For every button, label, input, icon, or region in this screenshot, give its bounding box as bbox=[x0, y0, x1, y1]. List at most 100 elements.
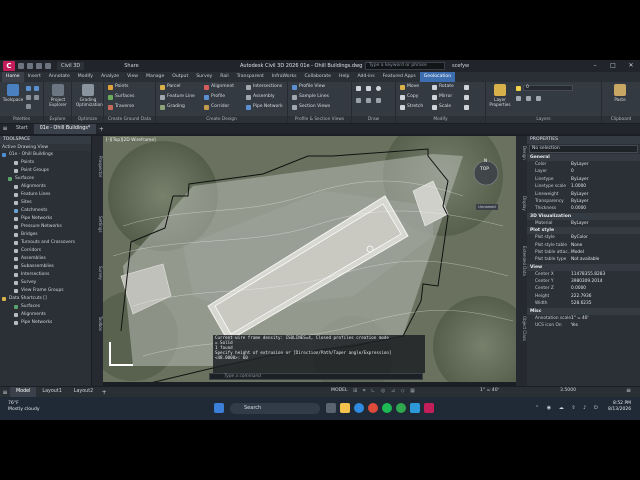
property-value[interactable]: 528.6235 bbox=[571, 300, 640, 307]
rectangle-button[interactable] bbox=[366, 96, 373, 104]
layer-dropdown[interactable]: 0 bbox=[516, 84, 573, 92]
tab-model[interactable]: Model bbox=[10, 387, 37, 397]
clock[interactable]: 8:52 PM 8/13/2026 bbox=[608, 401, 631, 413]
tab-settings[interactable]: Settings bbox=[92, 216, 103, 232]
undo-icon[interactable] bbox=[36, 63, 42, 69]
tab-design[interactable]: Design bbox=[516, 146, 527, 160]
close-icon[interactable]: ✕ bbox=[622, 60, 640, 72]
tab-layout2[interactable]: Layout2 bbox=[68, 387, 99, 397]
parcel-button[interactable]: Parcel bbox=[160, 83, 181, 91]
chrome-icon[interactable] bbox=[368, 403, 378, 413]
drawing-viewport[interactable]: [-][Top][2D Wireframe] TOP N Unnamed Cur… bbox=[103, 136, 516, 382]
layout-menu-icon[interactable]: ≡ bbox=[0, 389, 10, 396]
property-value[interactable]: 0.0000 bbox=[571, 205, 640, 212]
feature-line-button[interactable]: Feature Line bbox=[160, 93, 195, 101]
drafting-toggles[interactable]: ⊞ ⌗ ∟ ◎ ⊿ ◇ ▦ bbox=[353, 388, 417, 394]
points-button[interactable]: Points bbox=[108, 83, 129, 91]
copy-button[interactable]: Copy bbox=[400, 93, 418, 101]
pipe-network-button[interactable]: Pipe Network bbox=[246, 103, 283, 111]
task-view-icon[interactable] bbox=[326, 403, 336, 413]
array-button[interactable] bbox=[464, 103, 471, 111]
tab-layout1[interactable]: Layout1 bbox=[36, 387, 67, 397]
tree-item[interactable]: Points bbox=[0, 159, 91, 167]
section-views-button[interactable]: Section Views bbox=[292, 103, 330, 111]
new-tab-icon[interactable]: + bbox=[96, 126, 106, 133]
properties-section-view[interactable]: View bbox=[527, 263, 640, 271]
layer-tool-2[interactable] bbox=[526, 94, 533, 102]
viewcube-top[interactable]: TOP bbox=[480, 167, 489, 172]
property-row[interactable]: Lineweight ByLayer bbox=[527, 191, 640, 198]
property-row[interactable]: Annotation scale 1" = 40' bbox=[527, 315, 640, 322]
annotation-scale[interactable]: 1" = 40' bbox=[480, 388, 499, 393]
tree-item[interactable]: Alignments bbox=[0, 183, 91, 191]
system-tray-icons[interactable]: ⌃ ◉ ☁ ⇪ ♪ ⏻ bbox=[535, 405, 601, 411]
properties-section-general[interactable]: General bbox=[527, 154, 640, 161]
ribbon-tab-infraworks[interactable]: InfraWorks bbox=[268, 72, 301, 82]
property-value[interactable]: 222.7936 bbox=[571, 293, 640, 300]
tree-item[interactable]: Intersections bbox=[0, 271, 91, 279]
tree-item[interactable]: Surfaces bbox=[0, 175, 91, 183]
menu-icon[interactable]: ≡ bbox=[0, 124, 10, 134]
ribbon-tab-analyze[interactable]: Analyze bbox=[97, 72, 123, 82]
edge-icon[interactable] bbox=[354, 403, 364, 413]
ribbon-tab-home[interactable]: Home bbox=[2, 72, 24, 82]
windows-start-icon[interactable] bbox=[214, 403, 224, 413]
tree-item[interactable]: Point Groups bbox=[0, 167, 91, 175]
tab-prospector[interactable]: Prospector bbox=[92, 156, 103, 177]
stretch-button[interactable]: Stretch bbox=[400, 103, 423, 111]
intersections-button[interactable]: Intersections bbox=[246, 83, 282, 91]
property-row[interactable]: Thickness 0.0000 bbox=[527, 205, 640, 212]
rotate-button[interactable]: Rotate bbox=[432, 83, 454, 91]
assembly-button[interactable]: Assembly bbox=[246, 93, 275, 101]
tab-display[interactable]: Display bbox=[516, 196, 527, 211]
user-account[interactable]: scefyw bbox=[452, 63, 469, 69]
property-value[interactable]: 1" = 40' bbox=[571, 315, 640, 322]
hatch-button[interactable] bbox=[376, 96, 383, 104]
tree-item[interactable]: Bridges bbox=[0, 231, 91, 239]
viewport-controls[interactable]: [-][Top][2D Wireframe] bbox=[106, 138, 156, 143]
property-row[interactable]: Center Z 0.0000 bbox=[527, 285, 640, 292]
property-value[interactable]: ByLayer bbox=[571, 220, 640, 227]
palette-button-5[interactable] bbox=[26, 102, 33, 110]
property-value[interactable]: ByLayer bbox=[571, 176, 640, 183]
property-row[interactable]: Center Y 3980309.2014 bbox=[527, 278, 640, 285]
property-value[interactable]: Model bbox=[571, 249, 640, 256]
property-row[interactable]: Plot table attac... Model bbox=[527, 249, 640, 256]
grading-button[interactable]: Grading bbox=[160, 103, 185, 111]
property-value[interactable]: ByLayer bbox=[571, 191, 640, 198]
ribbon-tab-transparent[interactable]: Transparent bbox=[233, 72, 268, 82]
civil3d-logo-icon[interactable]: C bbox=[3, 61, 15, 71]
palette-button-1[interactable] bbox=[26, 84, 33, 92]
ribbon-tab-survey[interactable]: Survey bbox=[192, 72, 216, 82]
minimize-icon[interactable]: – bbox=[586, 60, 604, 72]
layer-properties-button[interactable]: Layer Properties bbox=[488, 84, 512, 107]
properties-section-misc[interactable]: Misc bbox=[527, 307, 640, 315]
tree-item[interactable]: Feature Lines bbox=[0, 191, 91, 199]
tab-drawing[interactable]: 01e - Ohill Buildings* bbox=[33, 124, 97, 134]
ribbon-tab-geolocation[interactable]: Geolocation bbox=[419, 72, 456, 82]
palette-button-4[interactable] bbox=[34, 93, 41, 101]
word-icon[interactable] bbox=[410, 403, 420, 413]
corridor-button[interactable]: Corridor bbox=[204, 103, 229, 111]
property-value[interactable]: Yes bbox=[571, 322, 640, 329]
property-value[interactable]: ByColor bbox=[571, 234, 640, 241]
surfaces-button[interactable]: Surfaces bbox=[108, 93, 135, 101]
line-button[interactable] bbox=[356, 84, 363, 92]
maximize-icon[interactable]: □ bbox=[604, 60, 622, 72]
command-line[interactable]: Type a command bbox=[209, 373, 423, 380]
project-explorer-button[interactable]: Project Explorer bbox=[46, 84, 70, 107]
tree-item[interactable]: Alignments bbox=[0, 311, 91, 319]
property-row[interactable]: Plot table type Not available bbox=[527, 256, 640, 263]
tree-item[interactable]: Pipe Networks bbox=[0, 319, 91, 327]
trim-button[interactable] bbox=[464, 83, 471, 91]
redo-icon[interactable] bbox=[45, 63, 51, 69]
search-input[interactable]: Type a keyword or phrase bbox=[365, 62, 445, 70]
property-row[interactable]: Plot style table None bbox=[527, 242, 640, 249]
ribbon-tab-insert[interactable]: Insert bbox=[24, 72, 45, 82]
model-space-toggle[interactable]: MODEL bbox=[331, 388, 348, 393]
ribbon-tab-add-ins[interactable]: Add-ins bbox=[353, 72, 378, 82]
property-value[interactable]: 0 bbox=[571, 168, 640, 175]
property-row[interactable]: Linetype scale 1.0000 bbox=[527, 183, 640, 190]
arc-button[interactable] bbox=[356, 96, 363, 104]
weather-widget[interactable]: 76°F Mostly cloudy bbox=[8, 401, 40, 413]
